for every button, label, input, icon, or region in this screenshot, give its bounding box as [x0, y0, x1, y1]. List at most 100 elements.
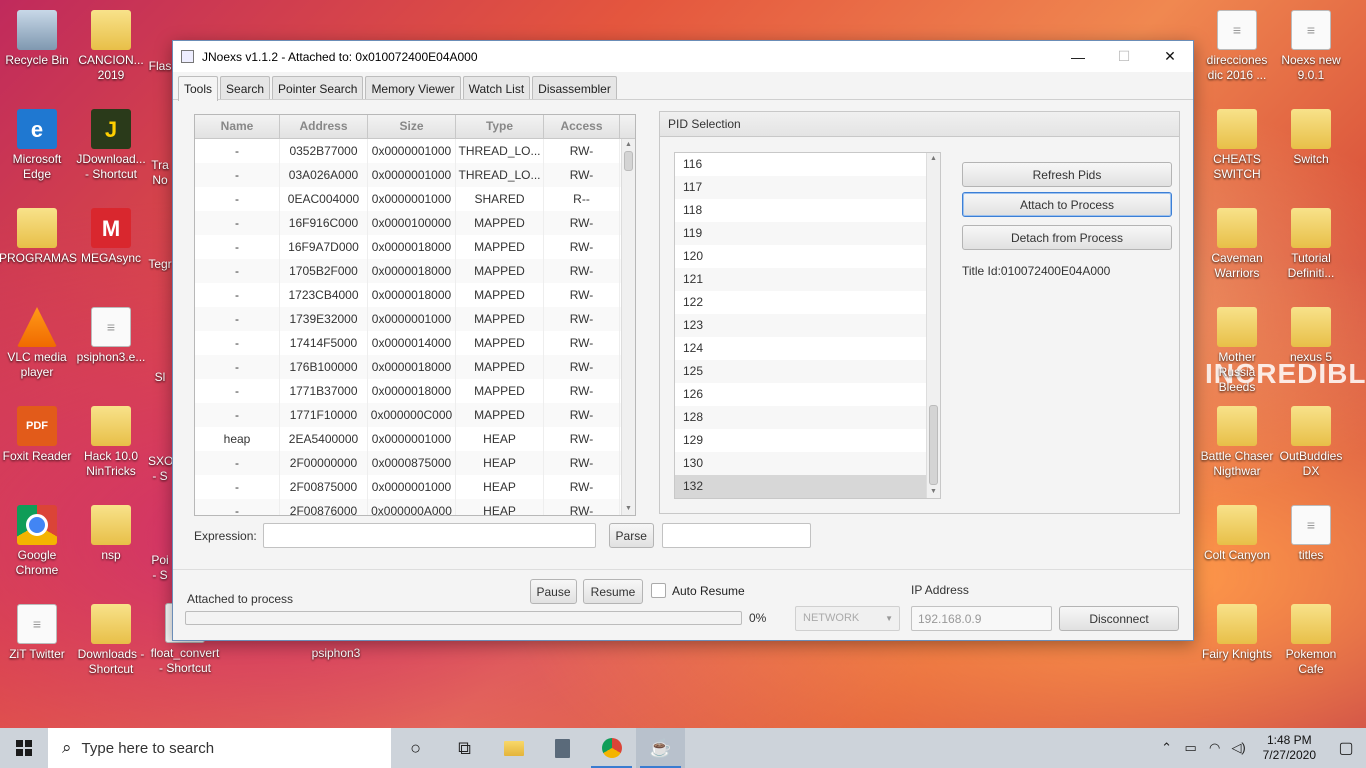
tab-disassembler[interactable]: Disassembler — [532, 76, 617, 99]
refresh-pids-button[interactable]: Refresh Pids — [962, 162, 1172, 187]
cortana-icon[interactable]: ○ — [391, 728, 440, 768]
pid-list-scrollbar[interactable]: ▲ ▼ — [926, 153, 940, 498]
desktop-shortcut[interactable]: Caveman Warriors — [1199, 208, 1275, 281]
table-row[interactable]: -1771F10000 0x000000C000 MAPPED RW- — [195, 403, 635, 427]
ip-address-input[interactable] — [911, 606, 1052, 631]
tab-watch-list[interactable]: Watch List — [462, 76, 531, 99]
desktop-shortcut-label[interactable]: Tra No — [148, 158, 172, 188]
desktop-shortcut-label[interactable]: Poi - S — [148, 553, 172, 583]
pid-list-item[interactable]: 126 — [675, 383, 927, 406]
battery-icon[interactable]: ▭ — [1179, 740, 1203, 756]
resume-button[interactable]: Resume — [583, 579, 643, 604]
pid-list-item[interactable]: 123 — [675, 314, 927, 337]
desktop-shortcut[interactable]: Battle Chaser Nigthwar — [1199, 406, 1275, 479]
disconnect-button[interactable]: Disconnect — [1059, 606, 1179, 631]
desktop-shortcut[interactable]: Mother Russia Bleeds — [1199, 307, 1275, 395]
desktop-shortcut[interactable]: Pokemon Cafe — [1273, 604, 1349, 677]
auto-resume-toggle[interactable]: Auto Resume — [651, 583, 745, 598]
auto-resume-checkbox[interactable] — [651, 583, 666, 598]
pid-list-item[interactable]: 118 — [675, 199, 927, 222]
desktop-shortcut[interactable]: Downloads - Shortcut — [73, 604, 149, 677]
column-header-size[interactable]: Size — [368, 115, 456, 138]
column-header-type[interactable]: Type — [456, 115, 544, 138]
detach-from-process-button[interactable]: Detach from Process — [962, 225, 1172, 250]
table-row[interactable]: -0352B77000 0x0000001000 THREAD_LO... RW- — [195, 139, 635, 163]
pid-list-item[interactable]: 120 — [675, 245, 927, 268]
connection-type-select[interactable]: NETWORK ▼ — [795, 606, 900, 631]
table-row[interactable]: -1771B37000 0x0000018000 MAPPED RW- — [195, 379, 635, 403]
table-row[interactable]: -2F00876000 0x000000A000 HEAP RW- — [195, 499, 635, 515]
desktop-shortcut-label[interactable]: SXO - S — [148, 454, 172, 484]
desktop-shortcut[interactable]: OutBuddies DX — [1273, 406, 1349, 479]
desktop-shortcut[interactable]: PROGRAMAS — [0, 208, 77, 266]
desktop-shortcut-label[interactable]: Tegr — [148, 257, 172, 272]
column-header-name[interactable]: Name — [195, 115, 280, 138]
attach-to-process-button[interactable]: Attach to Process — [962, 192, 1172, 217]
chevron-up-icon[interactable]: ⌃ — [1155, 740, 1179, 756]
table-row[interactable]: -2F00875000 0x0000001000 HEAP RW- — [195, 475, 635, 499]
scroll-up-icon[interactable]: ▲ — [622, 139, 635, 151]
scroll-down-icon[interactable]: ▼ — [927, 486, 940, 498]
wifi-icon[interactable]: ◠ — [1203, 740, 1227, 756]
table-row[interactable]: -0EAC004000 0x0000001000 SHARED R-- — [195, 187, 635, 211]
pid-list-item[interactable]: 130 — [675, 452, 927, 475]
desktop-shortcut[interactable]: CANCION... 2019 — [73, 10, 149, 83]
task-view-icon[interactable]: ⧉ — [440, 728, 489, 768]
pid-list[interactable]: 116 117 118 119 120 121 122 123 124 125 126 128 129 1… — [674, 152, 941, 499]
desktop-shortcut[interactable]: ≡ direcciones dic 2016 ... — [1199, 10, 1275, 83]
tab-search[interactable]: Search — [220, 76, 271, 99]
expression-result-field[interactable] — [661, 523, 811, 548]
file-explorer-icon[interactable] — [489, 728, 538, 768]
close-button[interactable]: ✕ — [1147, 41, 1193, 72]
maximize-button[interactable]: ☐ — [1101, 41, 1147, 72]
table-row[interactable]: heap 2EA5400000 0x0000001000 HEAP RW- — [195, 427, 635, 451]
clock[interactable]: 1:48 PM 7/27/2020 — [1263, 733, 1316, 763]
pid-list-item[interactable]: 121 — [675, 268, 927, 291]
desktop-shortcut[interactable]: M MEGAsync — [73, 208, 149, 266]
desktop-shortcut[interactable]: J JDownload... - Shortcut — [73, 109, 149, 182]
pid-list-item[interactable]: 116 — [675, 153, 927, 176]
minimize-button[interactable]: — — [1055, 41, 1101, 72]
desktop-shortcut-label[interactable]: Sl — [148, 370, 172, 385]
desktop-shortcut[interactable]: ≡ titles — [1273, 505, 1349, 563]
table-row[interactable]: -1705B2F000 0x0000018000 MAPPED RW- — [195, 259, 635, 283]
table-row[interactable]: -03A026A000 0x0000001000 THREAD_LO... RW- — [195, 163, 635, 187]
notification-icon[interactable]: ▢ — [1326, 728, 1366, 768]
pid-list-item[interactable]: 129 — [675, 429, 927, 452]
desktop-shortcut-label[interactable]: Flas — [148, 59, 172, 74]
desktop-shortcut[interactable]: Switch — [1273, 109, 1349, 167]
pause-button[interactable]: Pause — [530, 579, 577, 604]
table-row[interactable]: -1739E32000 0x0000001000 MAPPED RW- — [195, 307, 635, 331]
desktop-shortcut[interactable]: ≡ psiphon3.e... — [73, 307, 149, 365]
expression-input[interactable] — [262, 523, 596, 548]
tab-tools[interactable]: Tools — [178, 76, 219, 101]
pid-list-item[interactable]: 124 — [675, 337, 927, 360]
desktop-shortcut[interactable]: Hack 10.0 NinTricks — [73, 406, 149, 479]
table-row[interactable]: -16F916C000 0x0000100000 MAPPED RW- — [195, 211, 635, 235]
tab-pointer-search[interactable]: Pointer Search — [272, 76, 364, 99]
desktop-shortcut[interactable]: VLC media player — [0, 307, 75, 380]
table-scrollbar[interactable]: ▲ ▼ — [621, 139, 635, 515]
desktop-shortcut[interactable]: Recycle Bin — [0, 10, 75, 68]
desktop-shortcut[interactable]: nexus 5 — [1273, 307, 1349, 365]
desktop-shortcut[interactable]: ≡ Noexs new 9.0.1 — [1273, 10, 1349, 83]
parse-button[interactable]: Parse — [608, 523, 654, 548]
table-row[interactable]: -16F9A7D000 0x0000018000 MAPPED RW- — [195, 235, 635, 259]
tab-memory-viewer[interactable]: Memory Viewer — [365, 76, 461, 99]
taskbar-search-box[interactable]: ⌕ Type here to search — [48, 728, 391, 768]
desktop-shortcut[interactable]: e Microsoft Edge — [0, 109, 75, 182]
pid-list-item[interactable]: 125 — [675, 360, 927, 383]
table-row[interactable]: -17414F5000 0x0000014000 MAPPED RW- — [195, 331, 635, 355]
pid-list-item[interactable]: 128 — [675, 406, 927, 429]
desktop-shortcut[interactable]: PDF Foxit Reader — [0, 406, 75, 464]
start-button[interactable] — [0, 728, 48, 768]
desktop-shortcut[interactable]: ≡ ZiT Twitter — [0, 604, 75, 662]
scroll-down-icon[interactable]: ▼ — [622, 503, 635, 515]
pid-list-item[interactable]: 117 — [675, 176, 927, 199]
scroll-thumb[interactable] — [929, 405, 938, 485]
pid-list-item[interactable]: 122 — [675, 291, 927, 314]
calculator-icon[interactable] — [538, 728, 587, 768]
desktop-shortcut[interactable]: nsp — [73, 505, 149, 563]
table-row[interactable]: -176B100000 0x0000018000 MAPPED RW- — [195, 355, 635, 379]
scroll-up-icon[interactable]: ▲ — [927, 153, 940, 165]
